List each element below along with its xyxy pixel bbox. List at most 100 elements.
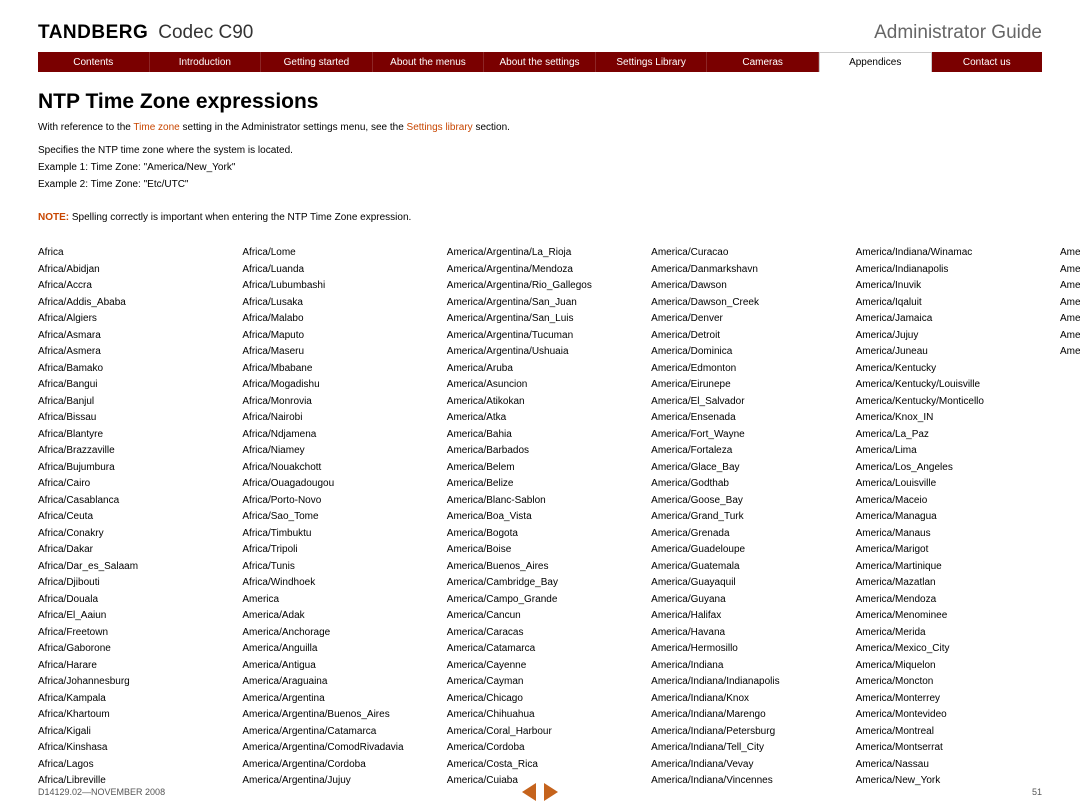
timezone-item: America/Argentina/Mendoza: [447, 262, 633, 279]
timezone-item: America/Menominee: [856, 608, 1042, 625]
timezone-item: America/Atka: [447, 410, 633, 427]
timezone-item: America/Jujuy: [856, 328, 1042, 345]
timezone-item: Africa/Ndjamena: [242, 427, 428, 444]
timezone-item: Africa/Mogadishu: [242, 377, 428, 394]
timezone-item: America/Grand_Turk: [651, 509, 837, 526]
timezone-item: America/Knox_IN: [856, 410, 1042, 427]
timezone-item: America/Miquelon: [856, 658, 1042, 675]
timezone-item: America/Anchorage: [242, 625, 428, 642]
nav-item-cameras[interactable]: Cameras: [707, 52, 819, 72]
timezone-item: America/Denver: [651, 311, 837, 328]
timezone-item: Africa/Accra: [38, 278, 224, 295]
timezone-item: Africa/Addis_Ababa: [38, 295, 224, 312]
timezone-item: America/Merida: [856, 625, 1042, 642]
timezone-item: America/Indiana/Knox: [651, 691, 837, 708]
timezone-item: Africa/Timbuktu: [242, 526, 428, 543]
timezone-item: America/Atikokan: [447, 394, 633, 411]
timezone-item: Africa/Dakar: [38, 542, 224, 559]
timezone-item: America/Kentucky/Louisville: [856, 377, 1042, 394]
timezone-item: Africa/Harare: [38, 658, 224, 675]
nav-item-about-the-settings[interactable]: About the settings: [484, 52, 596, 72]
timezone-item: Africa/Lusaka: [242, 295, 428, 312]
timezone-item: America/Guyana: [651, 592, 837, 609]
timezone-item: Africa: [38, 245, 224, 262]
timezone-item: Africa/Kigali: [38, 724, 224, 741]
timezone-item: America/Moncton: [856, 674, 1042, 691]
timezone-item: Africa/Tunis: [242, 559, 428, 576]
nav-item-settings-library[interactable]: Settings Library: [596, 52, 708, 72]
timezone-columns: AfricaAfrica/AbidjanAfrica/AccraAfrica/A…: [38, 245, 1042, 790]
timezone-item: America/Chicago: [447, 691, 633, 708]
timezone-item: America/Buenos_Aires: [447, 559, 633, 576]
timezone-item: America/Godthab: [651, 476, 837, 493]
timezone-item: America/Dominica: [651, 344, 837, 361]
timezone-item: America/Havana: [651, 625, 837, 642]
timezone-item: America/Ensenada: [651, 410, 837, 427]
timezone-item: America/Nome: [1060, 262, 1080, 279]
timezone-item: America/Halifax: [651, 608, 837, 625]
link-settings-library[interactable]: Settings library: [407, 122, 473, 133]
timezone-item: America/Argentina/ComodRivadavia: [242, 740, 428, 757]
timezone-item: America/Fortaleza: [651, 443, 837, 460]
timezone-item: America/Chihuahua: [447, 707, 633, 724]
next-page-icon[interactable]: [544, 783, 558, 801]
timezone-item: America/Indiana: [651, 658, 837, 675]
timezone-item: Africa/Asmara: [38, 328, 224, 345]
timezone-item: Africa/Ouagadougou: [242, 476, 428, 493]
timezone-item: Africa/Luanda: [242, 262, 428, 279]
timezone-item: America/Barbados: [447, 443, 633, 460]
nav-item-appendices[interactable]: Appendices: [819, 52, 932, 72]
timezone-item: America/Argentina/La_Rioja: [447, 245, 633, 262]
nav-item-contact-us[interactable]: Contact us: [932, 52, 1043, 72]
timezone-item: America/Maceio: [856, 493, 1042, 510]
timezone-item: America/Argentina/Cordoba: [242, 757, 428, 774]
footer: D14129.02—NOVEMBER 2008 51: [38, 787, 1042, 797]
timezone-item: America/Argentina/Tucuman: [447, 328, 633, 345]
timezone-item: America/Cayman: [447, 674, 633, 691]
nav-item-contents[interactable]: Contents: [38, 52, 150, 72]
timezone-item: America/Bogota: [447, 526, 633, 543]
timezone-item: Africa/Casablanca: [38, 493, 224, 510]
link-timezone[interactable]: Time zone: [133, 122, 179, 133]
timezone-item: Africa/Maputo: [242, 328, 428, 345]
timezone-item: Africa/Niamey: [242, 443, 428, 460]
intro-mid: setting in the Administrator settings me…: [180, 122, 407, 133]
timezone-item: America/Cambridge_Bay: [447, 575, 633, 592]
example-2: Example 2: Time Zone: "Etc/UTC": [38, 179, 1042, 190]
timezone-item: Africa/Mbabane: [242, 361, 428, 378]
page-title: NTP Time Zone expressions: [38, 90, 1042, 114]
nav-item-about-the-menus[interactable]: About the menus: [373, 52, 485, 72]
prev-page-icon[interactable]: [522, 783, 536, 801]
timezone-item: America/Campo_Grande: [447, 592, 633, 609]
timezone-item: America/Cayenne: [447, 658, 633, 675]
nav-item-introduction[interactable]: Introduction: [150, 52, 262, 72]
timezone-item: America/Hermosillo: [651, 641, 837, 658]
timezone-item: America/Louisville: [856, 476, 1042, 493]
timezone-item: Africa/El_Aaiun: [38, 608, 224, 625]
timezone-item: Africa/Kinshasa: [38, 740, 224, 757]
timezone-item: America/Montserrat: [856, 740, 1042, 757]
timezone-item: America/Kentucky/Monticello: [856, 394, 1042, 411]
guide-label: Administrator Guide: [874, 22, 1042, 44]
timezone-item: America/Indiana/Winamac: [856, 245, 1042, 262]
timezone-item: America/Guatemala: [651, 559, 837, 576]
timezone-item: America/Argentina: [242, 691, 428, 708]
timezone-item: Africa/Douala: [38, 592, 224, 609]
timezone-item: America/Montreal: [856, 724, 1042, 741]
doc-id: D14129.02—NOVEMBER 2008: [38, 787, 165, 797]
timezone-item: Africa/Windhoek: [242, 575, 428, 592]
timezone-item: Africa/Asmera: [38, 344, 224, 361]
timezone-item: Africa/Lubumbashi: [242, 278, 428, 295]
spec-text: Specifies the NTP time zone where the sy…: [38, 145, 1042, 156]
timezone-item: America/Boise: [447, 542, 633, 559]
timezone-item: America/Monterrey: [856, 691, 1042, 708]
timezone-item: Africa/Abidjan: [38, 262, 224, 279]
timezone-item: America/Iqaluit: [856, 295, 1042, 312]
timezone-item: Africa/Bujumbura: [38, 460, 224, 477]
note: NOTE: Spelling correctly is important wh…: [38, 212, 1042, 223]
nav-item-getting-started[interactable]: Getting started: [261, 52, 373, 72]
page-number: 51: [1032, 787, 1042, 797]
timezone-item: America/Mazatlan: [856, 575, 1042, 592]
timezone-item: America/Mendoza: [856, 592, 1042, 609]
timezone-item: America/Eirunepe: [651, 377, 837, 394]
